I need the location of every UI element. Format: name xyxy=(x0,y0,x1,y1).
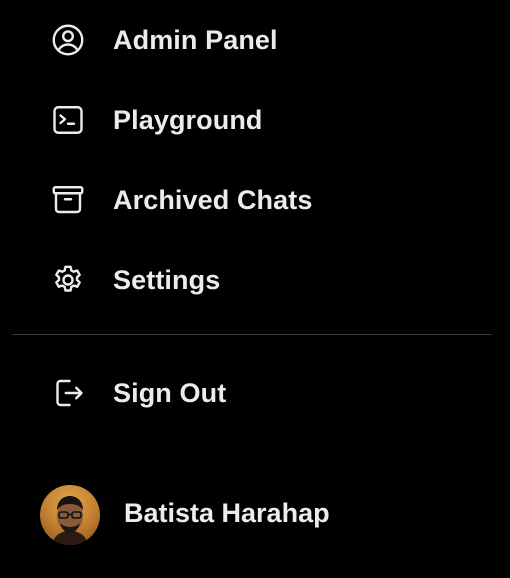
archive-box-icon xyxy=(50,182,86,218)
menu-item-label: Archived Chats xyxy=(113,184,313,215)
menu-item-label: Playground xyxy=(113,104,263,135)
user-name: Batista Harahap xyxy=(124,498,330,528)
menu-item-admin-panel[interactable]: Admin Panel xyxy=(0,0,510,80)
user-profile-button[interactable]: Batista Harahap xyxy=(0,476,510,556)
menu-divider xyxy=(12,334,492,335)
avatar xyxy=(40,485,100,545)
sign-out-label: Sign Out xyxy=(113,377,227,408)
user-circle-icon xyxy=(50,22,86,58)
menu-item-archived-chats[interactable]: Archived Chats xyxy=(0,160,510,240)
menu-item-label: Settings xyxy=(113,264,221,295)
gear-icon xyxy=(50,262,86,298)
user-menu: Admin Panel Playground Archived Chats Se… xyxy=(0,0,510,578)
sign-out-icon xyxy=(50,375,86,411)
terminal-icon xyxy=(50,102,86,138)
menu-item-playground[interactable]: Playground xyxy=(0,80,510,160)
menu-item-label: Admin Panel xyxy=(113,24,278,55)
sign-out-button[interactable]: Sign Out xyxy=(0,353,510,433)
menu-item-settings[interactable]: Settings xyxy=(0,240,510,320)
